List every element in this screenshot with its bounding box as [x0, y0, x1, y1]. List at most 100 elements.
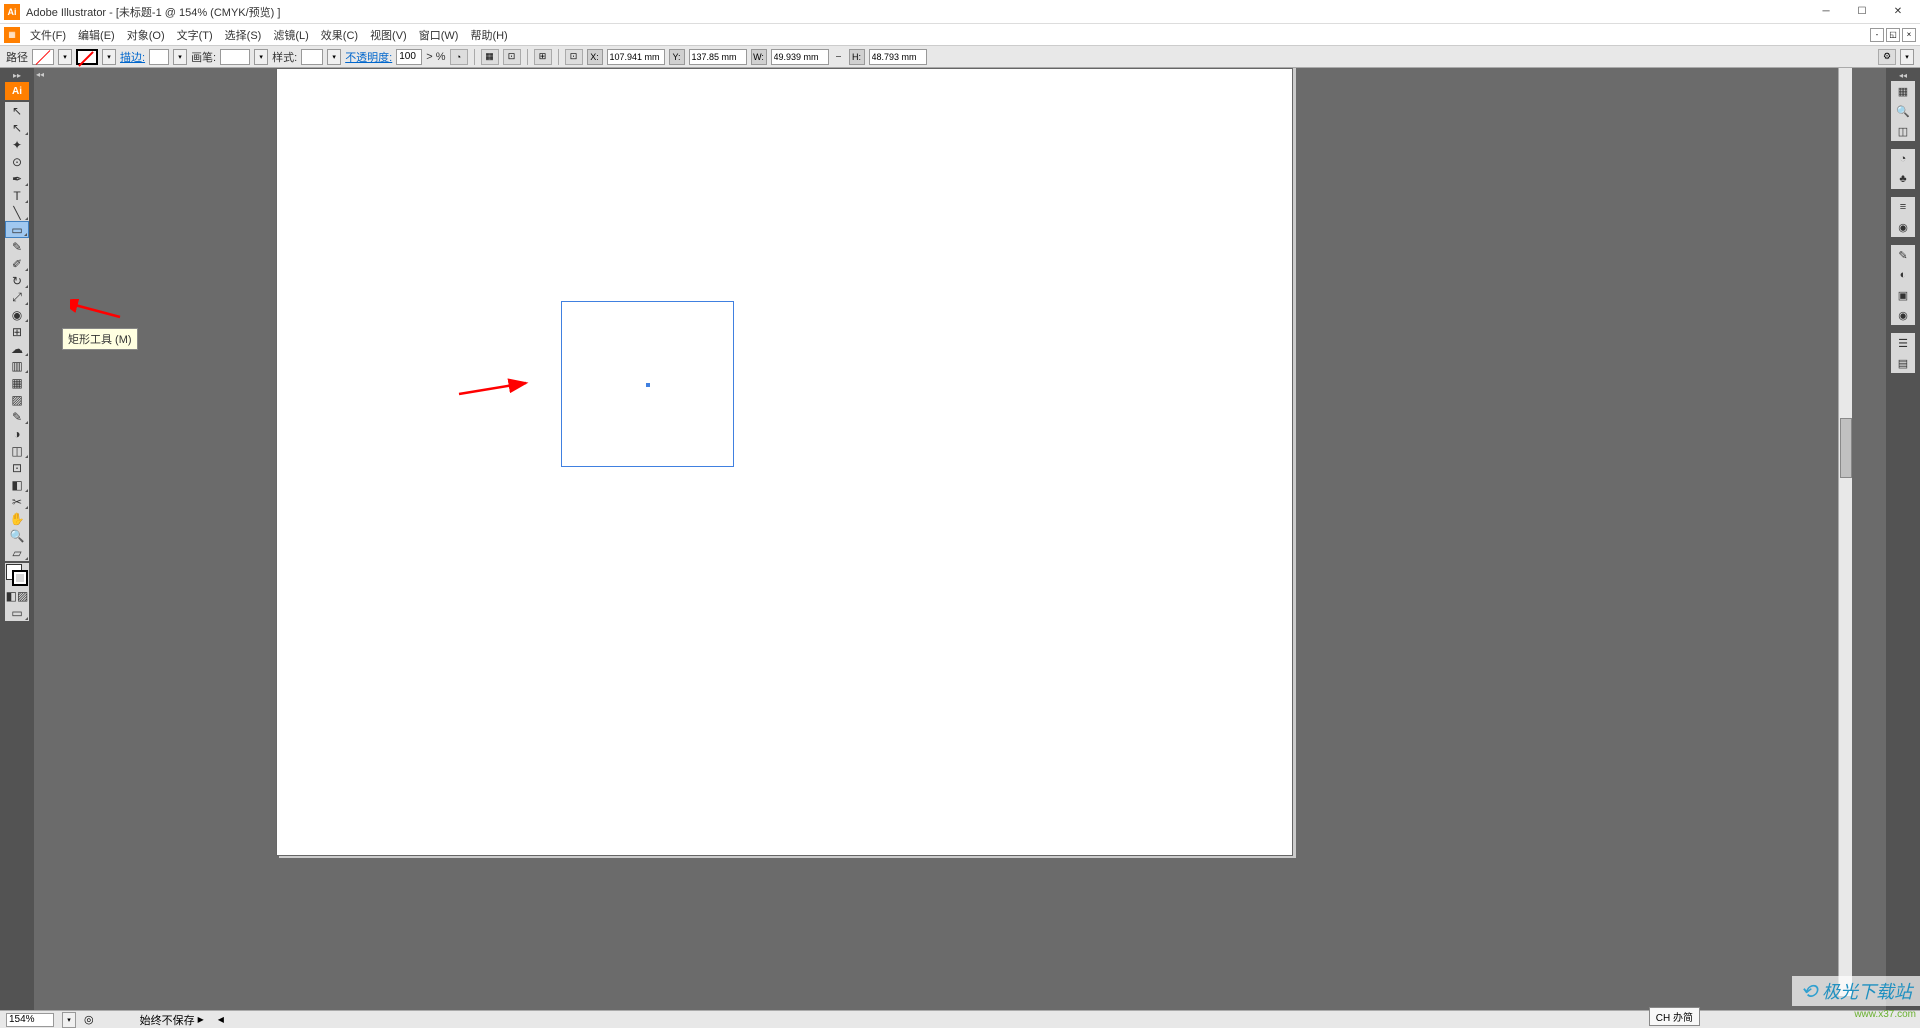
recolor-icon[interactable]: ◔: [450, 49, 468, 65]
maximize-button[interactable]: ☐: [1844, 2, 1880, 22]
brush-dropdown[interactable]: ▾: [254, 49, 268, 65]
doc-close-button[interactable]: ×: [1902, 28, 1916, 42]
panel-stroke[interactable]: ≡: [1891, 197, 1915, 217]
panel-info[interactable]: ◫: [1891, 121, 1915, 141]
close-button[interactable]: ✕: [1880, 2, 1916, 22]
type-tool[interactable]: T: [5, 187, 29, 204]
collapse-left-icon[interactable]: ◂◂: [36, 70, 44, 79]
panel-swatches[interactable]: ♣: [1891, 169, 1915, 189]
artboard[interactable]: [276, 68, 1293, 856]
link-wh-icon[interactable]: ⎯: [833, 42, 845, 72]
zoom-tool[interactable]: 🔍: [5, 527, 29, 544]
free-transform-tool[interactable]: ⊞: [5, 323, 29, 340]
stroke-dropdown[interactable]: ▾: [102, 49, 116, 65]
rotate-tool[interactable]: ↻: [5, 272, 29, 289]
gradient-tool[interactable]: ▨: [5, 391, 29, 408]
scale-tool[interactable]: ⤢: [5, 289, 29, 306]
hand-tool[interactable]: ✋: [5, 510, 29, 527]
symbol-sprayer-tool[interactable]: ☁: [5, 340, 29, 357]
status-nav-icon[interactable]: ◎: [84, 1013, 94, 1026]
panel-appearance[interactable]: ◉: [1891, 305, 1915, 325]
panel-transparency[interactable]: ▣: [1891, 285, 1915, 305]
doc-minimize-button[interactable]: -: [1870, 28, 1884, 42]
magic-wand-tool[interactable]: ✦: [5, 136, 29, 153]
line-tool[interactable]: ╲: [5, 204, 29, 221]
doc-restore-button[interactable]: ◱: [1886, 28, 1900, 42]
eyedropper-tool[interactable]: ✎: [5, 408, 29, 425]
opacity-link[interactable]: 不透明度:: [345, 49, 392, 65]
panel-tools[interactable]: ▦: [1891, 81, 1915, 101]
stroke-weight-input[interactable]: [149, 49, 169, 65]
style-dropdown[interactable]: ▾: [327, 49, 341, 65]
eraser-tool[interactable]: ◧: [5, 476, 29, 493]
pencil-tool[interactable]: ✐: [5, 255, 29, 272]
stroke-swatch[interactable]: [76, 49, 98, 65]
menu-help[interactable]: 帮助(H): [464, 25, 513, 45]
y-input[interactable]: [689, 49, 747, 65]
fill-dropdown[interactable]: ▾: [58, 49, 72, 65]
scroll-left-icon[interactable]: ◀: [218, 1015, 224, 1024]
panel-graphic-styles[interactable]: ◐: [1891, 265, 1915, 285]
tool-tooltip: 矩形工具 (M): [62, 328, 138, 350]
toolbox-expand-icon[interactable]: ▸▸: [0, 70, 34, 80]
w-label: W:: [751, 49, 767, 65]
scissors-tool[interactable]: ✂: [5, 493, 29, 510]
style-swatch[interactable]: [301, 49, 323, 65]
fill-swatch[interactable]: [32, 49, 54, 65]
h-input[interactable]: [869, 49, 927, 65]
save-state-dropdown[interactable]: ▶: [198, 1015, 204, 1024]
vertical-scroll-thumb[interactable]: [1840, 418, 1852, 478]
menu-view[interactable]: 视图(V): [364, 25, 413, 45]
menu-file[interactable]: 文件(F): [24, 25, 72, 45]
fill-stroke-swatch[interactable]: [5, 563, 29, 587]
blend-tool[interactable]: ◑: [5, 425, 29, 442]
x-input[interactable]: [607, 49, 665, 65]
ime-indicator[interactable]: CH 办简: [1649, 1007, 1700, 1026]
slice-tool[interactable]: ▱: [5, 544, 29, 561]
w-input[interactable]: [771, 49, 829, 65]
panel-layers[interactable]: ▤: [1891, 353, 1915, 373]
zoom-input[interactable]: [6, 1013, 54, 1027]
isolate-icon[interactable]: ▦: [481, 49, 499, 65]
panel-brushes[interactable]: ✎: [1891, 245, 1915, 265]
lasso-tool[interactable]: ⊙: [5, 153, 29, 170]
crop-area-tool[interactable]: ⊡: [5, 459, 29, 476]
menu-window[interactable]: 窗口(W): [413, 25, 465, 45]
opacity-input[interactable]: [396, 49, 422, 65]
menu-select[interactable]: 选择(S): [219, 25, 268, 45]
direct-selection-tool[interactable]: ↖: [5, 119, 29, 136]
panel-symbols[interactable]: ◉: [1891, 217, 1915, 237]
pen-tool[interactable]: ✒: [5, 170, 29, 187]
select-similar-icon[interactable]: ⊡: [503, 49, 521, 65]
menu-edit[interactable]: 编辑(E): [72, 25, 121, 45]
menu-effect[interactable]: 效果(C): [315, 25, 364, 45]
zoom-dropdown[interactable]: ▾: [62, 1012, 76, 1028]
minimize-button[interactable]: ─: [1808, 2, 1844, 22]
color-mode-tool[interactable]: ◧▨: [5, 587, 29, 604]
panels-expand-icon[interactable]: ◂◂: [1886, 70, 1920, 80]
canvas-area[interactable]: ◂◂ ▸▸ 矩形工具 (M): [34, 68, 1886, 1010]
stroke-swatch-tool[interactable]: [12, 570, 28, 586]
control-bar-menu[interactable]: ▾: [1900, 49, 1914, 65]
menu-filter[interactable]: 滤镜(L): [267, 25, 314, 45]
live-paint-tool[interactable]: ◫: [5, 442, 29, 459]
preferences-icon[interactable]: ⚙: [1878, 49, 1896, 65]
panel-navigator[interactable]: 🔍: [1891, 101, 1915, 121]
menu-object[interactable]: 对象(O): [121, 25, 171, 45]
transform-anchor-icon[interactable]: ⊡: [565, 49, 583, 65]
panel-align[interactable]: ☰: [1891, 333, 1915, 353]
warp-tool[interactable]: ◉: [5, 306, 29, 323]
selection-tool[interactable]: ↖: [5, 102, 29, 119]
column-graph-tool[interactable]: ▥: [5, 357, 29, 374]
panel-color[interactable]: ◔: [1891, 149, 1915, 169]
align-icon[interactable]: ⊞: [534, 49, 552, 65]
brush-input[interactable]: [220, 49, 250, 65]
menu-type[interactable]: 文字(T): [171, 25, 219, 45]
stroke-link[interactable]: 描边:: [120, 49, 145, 65]
stroke-weight-dropdown[interactable]: ▾: [173, 49, 187, 65]
paintbrush-tool[interactable]: ✎: [5, 238, 29, 255]
vertical-scrollbar[interactable]: [1838, 68, 1852, 996]
mesh-tool[interactable]: ▦: [5, 374, 29, 391]
rectangle-tool[interactable]: ▭: [5, 221, 29, 238]
screen-mode-tool[interactable]: ▭: [5, 604, 29, 621]
